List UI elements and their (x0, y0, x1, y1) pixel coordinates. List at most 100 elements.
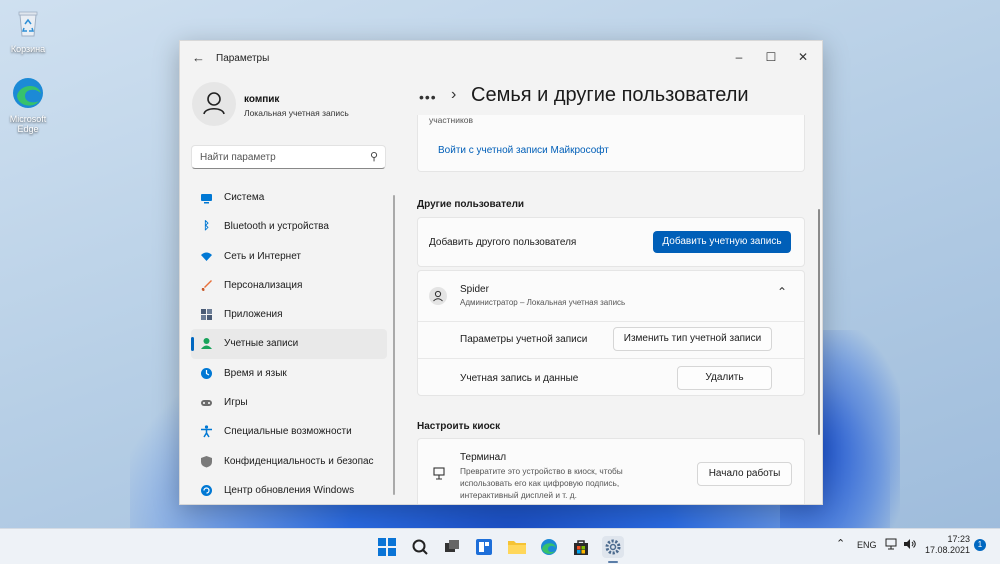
apps-icon (200, 308, 213, 321)
sidebar-item-gaming[interactable]: Игры (191, 388, 387, 417)
chevron-up-icon[interactable]: ⌃ (836, 537, 845, 550)
breadcrumb-more-button[interactable]: ••• (419, 89, 437, 105)
gamepad-icon (200, 396, 213, 409)
notification-badge[interactable]: 1 (974, 539, 986, 551)
sidebar-item-bluetooth[interactable]: ᛒ Bluetooth и устройства (191, 212, 387, 241)
sidebar-item-label: Персонализация (224, 279, 303, 291)
close-button[interactable]: ✕ (789, 47, 817, 67)
add-user-label: Добавить другого пользователя (429, 237, 577, 248)
account-data-label: Учетная запись и данные (460, 373, 579, 384)
search-icon[interactable]: ⚲ (370, 150, 378, 163)
user-avatar-small (429, 287, 447, 305)
desktop-icon-label: Корзина (10, 44, 46, 54)
edge-icon[interactable] (538, 536, 560, 558)
search-input[interactable]: Найти параметр ⚲ (191, 145, 386, 169)
sidebar-item-accounts[interactable]: Учетные записи (191, 329, 387, 359)
clock-date: 17.08.2021 (924, 545, 970, 555)
kiosk-description-line: Превратите это устройство в киоск, чтобы (460, 466, 623, 476)
kiosk-card: Терминал Превратите это устройство в кио… (417, 438, 805, 504)
window-title: Параметры (216, 53, 270, 64)
sidebar-item-label: Приложения (224, 309, 283, 321)
start-icon[interactable] (376, 536, 398, 558)
sidebar-item-label: Система (224, 192, 265, 203)
sidebar-item-privacy[interactable]: Конфиденциальность и безопасность (191, 447, 387, 476)
divider (418, 321, 804, 322)
change-account-type-button[interactable]: Изменить тип учетной записи (613, 327, 772, 351)
kiosk-start-button[interactable]: Начало работы (697, 462, 792, 486)
sidebar-item-time-language[interactable]: Время и язык (191, 359, 387, 388)
volume-icon[interactable] (903, 538, 917, 552)
sidebar-item-label: Игры (224, 397, 248, 409)
sidebar-scrollbar[interactable] (393, 195, 395, 495)
sidebar-item-label: Сеть и Интернет (224, 250, 302, 262)
desktop-icon-label: Microsoft Edge (9, 114, 47, 134)
kiosk-title: Терминал (460, 452, 507, 463)
kiosk-header: Настроить киоск (417, 421, 501, 432)
back-arrow-icon[interactable]: ← (192, 50, 205, 65)
family-card-text: участников (429, 115, 474, 125)
chevron-up-icon[interactable]: ⌃ (777, 285, 787, 299)
sidebar-item-network[interactable]: Сеть и Интернет (191, 242, 387, 271)
sidebar-item-apps[interactable]: Приложения (191, 300, 387, 329)
settings-icon[interactable] (602, 536, 624, 558)
wifi-icon (200, 250, 213, 263)
sidebar-item-accessibility[interactable]: Специальные возможности (191, 417, 387, 446)
sidebar-item-label: Bluetooth и устройства (224, 221, 329, 233)
minimize-button[interactable]: – (725, 47, 753, 67)
maximize-button[interactable]: ☐ (757, 47, 785, 67)
sidebar-item-system[interactable]: Система (191, 183, 387, 212)
widgets-icon[interactable] (473, 536, 495, 558)
page-title: Семья и другие пользователи (471, 84, 749, 106)
file-explorer-icon[interactable] (506, 536, 528, 558)
search-icon[interactable] (409, 536, 431, 558)
accessibility-icon (200, 425, 213, 438)
divider (418, 358, 804, 359)
settings-window: ← Параметры – ☐ ✕ компик Локальная учетн… (179, 40, 823, 505)
content-scrollbar[interactable] (818, 209, 820, 435)
recycle-bin-icon (11, 6, 45, 40)
remove-button[interactable]: Удалить (677, 366, 772, 390)
microsoft-signin-link[interactable]: Войти с учетной записи Майкрософт (438, 145, 609, 156)
sidebar-item-label: Учетные записи (224, 338, 299, 350)
user-details: Администратор – Локальная учетная запись (460, 298, 626, 307)
user-expander-card: Spider Администратор – Локальная учетная… (417, 270, 805, 396)
search-placeholder: Найти параметр (200, 152, 276, 163)
globe-clock-icon (200, 367, 213, 380)
sidebar-nav: Система ᛒ Bluetooth и устройства Сеть и … (191, 183, 387, 504)
kiosk-description-line: интерактивный дисплей и т. д. (460, 490, 577, 500)
language-indicator[interactable]: ENG (857, 540, 877, 550)
system-icon (200, 191, 213, 204)
title-bar[interactable]: ← Параметры – ☐ ✕ (180, 41, 822, 75)
person-icon (433, 290, 443, 302)
task-view-icon[interactable] (441, 536, 463, 558)
user-name-spider: Spider (460, 284, 489, 295)
store-icon[interactable] (570, 536, 592, 558)
account-options-label: Параметры учетной записи (460, 334, 588, 345)
sidebar-item-label: Специальные возможности (224, 426, 352, 438)
other-users-header: Другие пользователи (417, 199, 525, 210)
family-card: участников Войти с учетной записи Майкро… (417, 115, 805, 172)
kiosk-description-line: использовать его как цифровую подпись, (460, 478, 620, 488)
user-avatar[interactable] (192, 82, 236, 126)
user-name: компик (244, 94, 280, 105)
kiosk-terminal-icon (432, 467, 446, 486)
sidebar-item-personalization[interactable]: Персонализация (191, 271, 387, 300)
sidebar-item-windows-update[interactable]: Центр обновления Windows (191, 476, 387, 504)
kiosk-description: Превратите это устройство в киоск, чтобы… (460, 465, 623, 501)
taskbar: ⌃ ENG 17:23 17.08.2021 1 (0, 528, 1000, 564)
bluetooth-icon: ᛒ (203, 220, 210, 233)
accounts-icon (200, 337, 213, 350)
edge-icon (11, 76, 45, 110)
shield-icon (200, 455, 213, 468)
brush-icon (200, 279, 213, 292)
sidebar-item-label: Конфиденциальность и безопасность (224, 455, 374, 467)
clock[interactable]: 17:23 17.08.2021 (924, 534, 970, 556)
person-icon (203, 92, 225, 115)
add-user-card: Добавить другого пользователя Добавить у… (417, 217, 805, 267)
add-account-button[interactable]: Добавить учетную запись (653, 231, 791, 253)
desktop-icon-edge[interactable]: Microsoft Edge (0, 76, 58, 134)
network-icon[interactable] (885, 538, 897, 552)
sidebar-item-label: Время и язык (224, 367, 287, 379)
clock-time: 17:23 (947, 534, 970, 544)
desktop-icon-recycle-bin[interactable]: Корзина (0, 6, 58, 54)
